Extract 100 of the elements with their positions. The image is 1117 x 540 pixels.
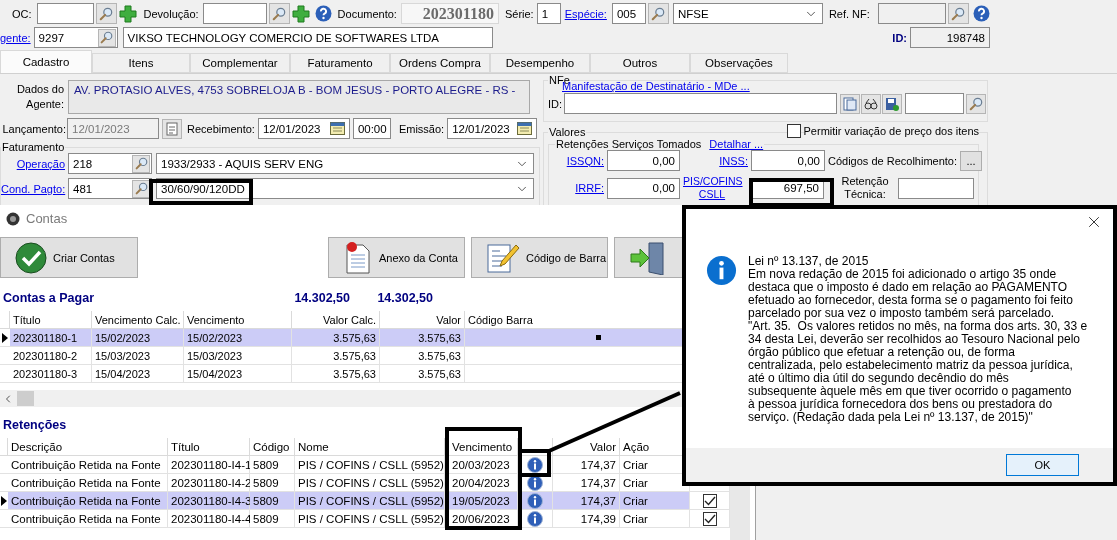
ref-nf-field[interactable]	[877, 3, 946, 24]
table-cell: 3.575,63	[292, 329, 380, 347]
oc-field[interactable]	[36, 3, 94, 24]
agente-name-field[interactable]: VIKSO TECHNOLOGY COMERCIO DE SOFTWARES LTDA	[122, 27, 493, 48]
table-cell: 202301180-I4-2	[168, 474, 250, 492]
total-calc: 14.302,50	[293, 290, 350, 305]
calendar-icon[interactable]	[329, 122, 345, 135]
column-header[interactable]: Valor	[553, 438, 620, 456]
recebimento-field[interactable]: 12/01/2023	[257, 118, 350, 139]
devolucao-field[interactable]	[202, 3, 267, 24]
detalhar-link[interactable]: Detalhar ...	[709, 138, 764, 150]
documento-label: Documento:	[337, 7, 397, 20]
checkbox[interactable]	[702, 511, 717, 526]
info-icon[interactable]	[527, 474, 543, 491]
app-icon	[6, 211, 20, 226]
operacao-link[interactable]: Operação	[1, 157, 65, 170]
add-button[interactable]	[290, 3, 311, 24]
table-cell: 202301180-I4-3	[168, 492, 250, 510]
table-cell: 202301180-I4-4	[168, 510, 250, 528]
toolbar-button[interactable]	[861, 93, 882, 114]
search-button[interactable]	[132, 179, 150, 198]
cond-pagto-dropdown[interactable]: 30/60/90/120DD	[156, 178, 534, 199]
scrollbar-thumb[interactable]	[17, 391, 34, 406]
toolbar-button[interactable]: Criar Contas	[0, 237, 138, 278]
table-cell: 15/02/2023	[184, 329, 292, 347]
toolbar-button[interactable]: Código de Barra	[471, 237, 608, 278]
column-header[interactable]: Código	[250, 438, 295, 456]
column-header[interactable]: Valor	[380, 311, 465, 329]
tab[interactable]: Cadastro	[0, 50, 92, 73]
info-icon[interactable]	[527, 510, 543, 527]
column-header[interactable]: Nome	[295, 438, 445, 456]
hora-field[interactable]: 00:00	[352, 118, 391, 139]
irrf-field[interactable]: 0,00	[607, 177, 680, 199]
inss-link[interactable]: INSS:	[680, 154, 748, 167]
column-header[interactable]: Vencimento	[184, 311, 292, 329]
agente-link[interactable]: gente:	[0, 31, 31, 44]
especie-dropdown[interactable]: NFSE	[672, 3, 823, 24]
column-header[interactable]: Descrição	[8, 438, 168, 456]
table-cell: 15/04/2023	[92, 365, 184, 383]
row-pointer-icon	[1, 495, 7, 506]
inss-field[interactable]: 0,00	[751, 150, 825, 171]
recebimento-label: Recebimento:	[187, 122, 255, 135]
ok-button[interactable]: OK	[1006, 454, 1079, 476]
operacao-code-field[interactable]: 218	[68, 153, 152, 174]
agente-code-field[interactable]: 9297	[33, 27, 118, 48]
toolbar-button[interactable]: Anexo da Conta	[328, 237, 465, 278]
nfe-id-field[interactable]	[564, 93, 838, 114]
retencao-tecnica-field[interactable]	[898, 177, 974, 199]
copy-date-button[interactable]	[162, 118, 182, 139]
table-cell: 3.575,63	[380, 365, 465, 383]
documento-field[interactable]: 202301180	[400, 3, 499, 24]
especie-code-field[interactable]: 005	[611, 3, 646, 24]
table-cell: Criar	[620, 510, 690, 528]
tab[interactable]: Itens	[92, 53, 190, 73]
help-icon[interactable]	[972, 5, 990, 22]
table-cell: 5809	[250, 456, 295, 474]
cond-pagto-link[interactable]: Cond. Pagto:	[1, 182, 65, 195]
column-header[interactable]: Valor Calc.	[292, 311, 380, 329]
tab[interactable]: Ordens Compra	[390, 53, 490, 73]
checkbox[interactable]	[702, 493, 717, 508]
window-title: Contas	[26, 211, 68, 226]
cond-pagto-code-field[interactable]: 481	[68, 178, 152, 199]
column-header[interactable]: Título	[168, 438, 250, 456]
tab[interactable]: Outros	[590, 53, 690, 73]
exit-door-icon	[629, 240, 667, 275]
issqn-link[interactable]: ISSQN:	[555, 154, 604, 167]
id-label: ID:	[892, 31, 907, 44]
column-header[interactable]: Vencimento Calc.	[92, 311, 184, 329]
help-icon[interactable]	[314, 5, 332, 22]
emissao-field[interactable]: 12/01/2023	[447, 118, 538, 139]
add-button[interactable]	[117, 3, 138, 24]
more-button[interactable]: ...	[960, 150, 983, 171]
tab[interactable]: Faturamento	[290, 53, 390, 73]
irrf-link[interactable]: IRRF:	[555, 182, 604, 194]
tab[interactable]: Complementar	[190, 53, 290, 73]
operacao-dropdown[interactable]: 1933/2933 - AQUIS SERV ENG	[156, 153, 534, 174]
checkbox[interactable]	[786, 124, 801, 138]
issqn-field[interactable]: 0,00	[607, 150, 680, 171]
nfe-search-field[interactable]	[905, 93, 965, 114]
table-cell: Contribuição Retida na Fonte	[8, 492, 168, 510]
info-icon[interactable]	[527, 456, 543, 473]
serie-field[interactable]: 1	[536, 3, 561, 24]
tab[interactable]: Observações	[690, 53, 788, 73]
table-cell: 202301180-3	[10, 365, 92, 383]
table-cell: 3.575,63	[380, 347, 465, 365]
table-cell: PIS / COFINS / CSLL (5952)	[295, 474, 445, 492]
pis-cofins-link[interactable]: PIS/COFINS CSLL	[683, 175, 741, 201]
column-header[interactable]: Título	[10, 311, 92, 329]
search-icon	[99, 6, 114, 21]
codigos-label: Códigos de Recolhimento:	[828, 154, 958, 167]
especie-link[interactable]: Espécie:	[564, 7, 607, 20]
calendar-icon[interactable]	[517, 122, 533, 135]
section-title: Retenções	[2, 417, 68, 432]
checkmark-icon	[703, 513, 716, 524]
toolbar-button[interactable]	[882, 93, 903, 114]
tab[interactable]: Desempenho	[490, 53, 590, 73]
cond-pagto-code: 481	[73, 182, 93, 195]
info-icon[interactable]	[527, 492, 543, 509]
table-cell: 174,39	[553, 510, 620, 528]
serie-label: Série:	[504, 7, 534, 20]
